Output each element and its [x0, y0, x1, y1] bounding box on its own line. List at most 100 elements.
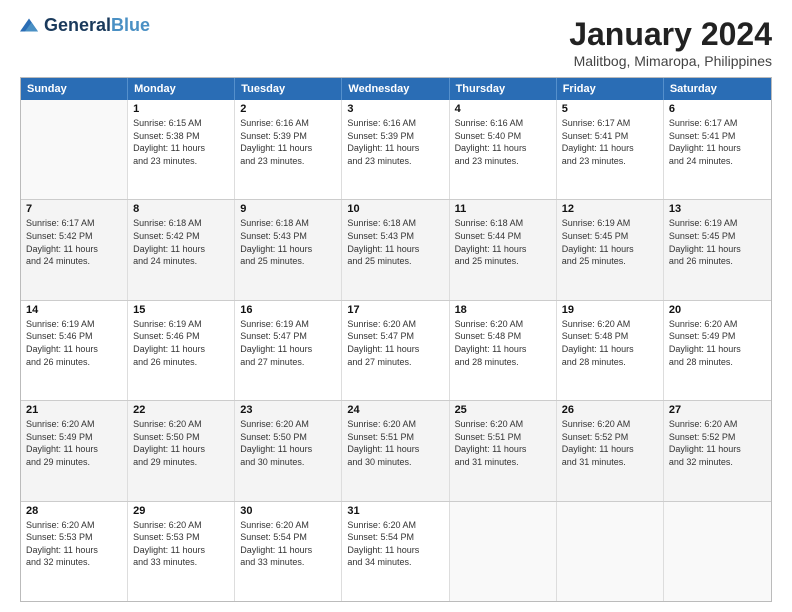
daylight-label: Daylight: 11 hoursand 28 minutes. [562, 343, 658, 368]
daylight-text: Daylight: 11 hoursand 31 minutes. [562, 444, 634, 467]
cell-info: Sunrise: 6:17 AM Sunset: 5:42 PM Dayligh… [26, 217, 122, 267]
cell-info: Sunrise: 6:16 AM Sunset: 5:40 PM Dayligh… [455, 117, 551, 167]
day-number: 25 [455, 404, 551, 416]
cal-cell: 3 Sunrise: 6:16 AM Sunset: 5:39 PM Dayli… [342, 100, 449, 199]
sunrise-label: Sunrise: 6:20 AM [240, 418, 336, 431]
cell-info: Sunrise: 6:20 AM Sunset: 5:51 PM Dayligh… [347, 418, 443, 468]
cal-cell: 7 Sunrise: 6:17 AM Sunset: 5:42 PM Dayli… [21, 200, 128, 299]
cell-info: Sunrise: 6:15 AM Sunset: 5:38 PM Dayligh… [133, 117, 229, 167]
cell-info: Sunrise: 6:20 AM Sunset: 5:48 PM Dayligh… [562, 318, 658, 368]
daylight-label: Daylight: 11 hoursand 34 minutes. [347, 544, 443, 569]
week-row-1: 1 Sunrise: 6:15 AM Sunset: 5:38 PM Dayli… [21, 100, 771, 200]
day-number: 12 [562, 203, 658, 215]
daylight-label: Daylight: 11 hoursand 28 minutes. [455, 343, 551, 368]
sunset-label: Sunset: 5:43 PM [347, 230, 443, 243]
day-number: 14 [26, 304, 122, 316]
calendar: SundayMondayTuesdayWednesdayThursdayFrid… [20, 77, 772, 602]
daylight-label: Daylight: 11 hoursand 23 minutes. [347, 142, 443, 167]
sunrise-label: Sunrise: 6:19 AM [669, 217, 766, 230]
sunset-label: Sunset: 5:52 PM [562, 431, 658, 444]
sunset-label: Sunset: 5:40 PM [455, 130, 551, 143]
daylight-text: Daylight: 11 hoursand 30 minutes. [347, 444, 419, 467]
sunrise-label: Sunrise: 6:20 AM [347, 519, 443, 532]
day-number: 24 [347, 404, 443, 416]
day-header-thursday: Thursday [450, 78, 557, 100]
daylight-text: Daylight: 11 hoursand 28 minutes. [669, 344, 741, 367]
day-number: 28 [26, 505, 122, 517]
cal-cell: 5 Sunrise: 6:17 AM Sunset: 5:41 PM Dayli… [557, 100, 664, 199]
day-number: 7 [26, 203, 122, 215]
logo-text-general: General [44, 15, 111, 35]
daylight-text: Daylight: 11 hoursand 32 minutes. [26, 545, 98, 568]
cell-info: Sunrise: 6:20 AM Sunset: 5:49 PM Dayligh… [26, 418, 122, 468]
cell-info: Sunrise: 6:19 AM Sunset: 5:46 PM Dayligh… [133, 318, 229, 368]
day-number: 5 [562, 103, 658, 115]
cal-cell: 17 Sunrise: 6:20 AM Sunset: 5:47 PM Dayl… [342, 301, 449, 400]
sunrise-label: Sunrise: 6:16 AM [240, 117, 336, 130]
daylight-label: Daylight: 11 hoursand 32 minutes. [669, 443, 766, 468]
day-number: 22 [133, 404, 229, 416]
sunset-label: Sunset: 5:48 PM [455, 330, 551, 343]
cell-info: Sunrise: 6:20 AM Sunset: 5:54 PM Dayligh… [240, 519, 336, 569]
daylight-label: Daylight: 11 hoursand 23 minutes. [240, 142, 336, 167]
cal-cell: 10 Sunrise: 6:18 AM Sunset: 5:43 PM Dayl… [342, 200, 449, 299]
cell-info: Sunrise: 6:16 AM Sunset: 5:39 PM Dayligh… [240, 117, 336, 167]
cell-info: Sunrise: 6:20 AM Sunset: 5:53 PM Dayligh… [133, 519, 229, 569]
daylight-text: Daylight: 11 hoursand 33 minutes. [240, 545, 312, 568]
daylight-label: Daylight: 11 hoursand 24 minutes. [26, 243, 122, 268]
daylight-label: Daylight: 11 hoursand 25 minutes. [562, 243, 658, 268]
sunset-label: Sunset: 5:48 PM [562, 330, 658, 343]
daylight-label: Daylight: 11 hoursand 30 minutes. [240, 443, 336, 468]
title-section: January 2024 Malitbog, Mimaropa, Philipp… [569, 16, 772, 69]
daylight-text: Daylight: 11 hoursand 26 minutes. [26, 344, 98, 367]
sunrise-label: Sunrise: 6:20 AM [669, 318, 766, 331]
daylight-text: Daylight: 11 hoursand 24 minutes. [133, 244, 205, 267]
main-title: January 2024 [569, 16, 772, 53]
cal-cell: 30 Sunrise: 6:20 AM Sunset: 5:54 PM Dayl… [235, 502, 342, 601]
sunrise-label: Sunrise: 6:19 AM [562, 217, 658, 230]
sunrise-label: Sunrise: 6:20 AM [669, 418, 766, 431]
cal-cell: 22 Sunrise: 6:20 AM Sunset: 5:50 PM Dayl… [128, 401, 235, 500]
daylight-label: Daylight: 11 hoursand 24 minutes. [133, 243, 229, 268]
week-row-3: 14 Sunrise: 6:19 AM Sunset: 5:46 PM Dayl… [21, 301, 771, 401]
cal-cell: 11 Sunrise: 6:18 AM Sunset: 5:44 PM Dayl… [450, 200, 557, 299]
cal-cell: 29 Sunrise: 6:20 AM Sunset: 5:53 PM Dayl… [128, 502, 235, 601]
sunset-label: Sunset: 5:46 PM [133, 330, 229, 343]
sunrise-label: Sunrise: 6:19 AM [240, 318, 336, 331]
daylight-label: Daylight: 11 hoursand 25 minutes. [240, 243, 336, 268]
cal-cell: 13 Sunrise: 6:19 AM Sunset: 5:45 PM Dayl… [664, 200, 771, 299]
day-number: 1 [133, 103, 229, 115]
daylight-label: Daylight: 11 hoursand 32 minutes. [26, 544, 122, 569]
cal-cell: 6 Sunrise: 6:17 AM Sunset: 5:41 PM Dayli… [664, 100, 771, 199]
sunset-label: Sunset: 5:47 PM [347, 330, 443, 343]
daylight-label: Daylight: 11 hoursand 33 minutes. [240, 544, 336, 569]
calendar-body: 1 Sunrise: 6:15 AM Sunset: 5:38 PM Dayli… [21, 100, 771, 601]
cal-cell: 4 Sunrise: 6:16 AM Sunset: 5:40 PM Dayli… [450, 100, 557, 199]
daylight-text: Daylight: 11 hoursand 27 minutes. [347, 344, 419, 367]
daylight-text: Daylight: 11 hoursand 23 minutes. [133, 143, 205, 166]
sunset-label: Sunset: 5:47 PM [240, 330, 336, 343]
day-number: 16 [240, 304, 336, 316]
day-number: 21 [26, 404, 122, 416]
daylight-label: Daylight: 11 hoursand 24 minutes. [669, 142, 766, 167]
cell-info: Sunrise: 6:19 AM Sunset: 5:45 PM Dayligh… [669, 217, 766, 267]
cal-cell: 20 Sunrise: 6:20 AM Sunset: 5:49 PM Dayl… [664, 301, 771, 400]
day-header-wednesday: Wednesday [342, 78, 449, 100]
cell-info: Sunrise: 6:20 AM Sunset: 5:50 PM Dayligh… [240, 418, 336, 468]
sunrise-label: Sunrise: 6:20 AM [455, 418, 551, 431]
daylight-label: Daylight: 11 hoursand 29 minutes. [26, 443, 122, 468]
cell-info: Sunrise: 6:18 AM Sunset: 5:43 PM Dayligh… [347, 217, 443, 267]
sunset-label: Sunset: 5:43 PM [240, 230, 336, 243]
day-number: 11 [455, 203, 551, 215]
cal-cell: 26 Sunrise: 6:20 AM Sunset: 5:52 PM Dayl… [557, 401, 664, 500]
daylight-text: Daylight: 11 hoursand 23 minutes. [240, 143, 312, 166]
logo: GeneralBlue [20, 16, 150, 34]
sunrise-label: Sunrise: 6:20 AM [562, 418, 658, 431]
sunset-label: Sunset: 5:46 PM [26, 330, 122, 343]
daylight-text: Daylight: 11 hoursand 31 minutes. [455, 444, 527, 467]
daylight-label: Daylight: 11 hoursand 28 minutes. [669, 343, 766, 368]
week-row-2: 7 Sunrise: 6:17 AM Sunset: 5:42 PM Dayli… [21, 200, 771, 300]
cal-cell [21, 100, 128, 199]
cell-info: Sunrise: 6:18 AM Sunset: 5:44 PM Dayligh… [455, 217, 551, 267]
cell-info: Sunrise: 6:20 AM Sunset: 5:52 PM Dayligh… [669, 418, 766, 468]
